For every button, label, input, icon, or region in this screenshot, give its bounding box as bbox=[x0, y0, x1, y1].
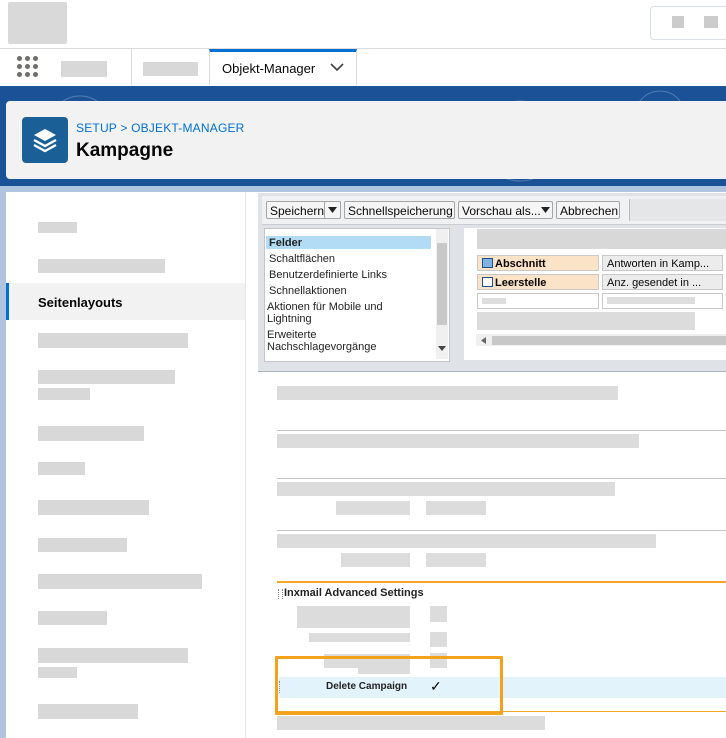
chevron-down-icon[interactable] bbox=[330, 62, 344, 72]
cancel-button[interactable]: Abbrechen bbox=[556, 201, 620, 219]
palette-item-felder[interactable]: Felder bbox=[269, 237, 302, 249]
search-icon bbox=[672, 16, 684, 28]
sidebar-item[interactable] bbox=[38, 574, 202, 589]
scroll-left-icon[interactable] bbox=[481, 337, 486, 344]
layout-field-value bbox=[426, 501, 486, 515]
palette-item-lookups[interactable]: Erweiterte Nachschlagevorgänge bbox=[267, 329, 427, 353]
page-title: Kampagne bbox=[76, 140, 174, 161]
scroll-down-icon[interactable] bbox=[438, 346, 446, 352]
section-icon bbox=[482, 258, 493, 268]
palette-item-mobile-actions[interactable]: Aktionen für Mobile und Lightning bbox=[267, 301, 427, 325]
layers-icon bbox=[22, 117, 68, 163]
blank-space-icon bbox=[482, 277, 493, 287]
sidebar-item[interactable] bbox=[38, 462, 85, 475]
global-header bbox=[0, 0, 726, 48]
palette-item-quick-actions[interactable]: Schnellaktionen bbox=[269, 285, 347, 297]
layout-field-label[interactable] bbox=[341, 553, 410, 567]
palette-field[interactable] bbox=[477, 293, 599, 309]
layout-section-header[interactable] bbox=[277, 386, 618, 400]
quick-find-placeholder bbox=[477, 229, 726, 249]
preview-as-button[interactable]: Vorschau als... bbox=[458, 201, 553, 219]
layout-section-header[interactable] bbox=[277, 434, 639, 448]
palette-field-antworten[interactable]: Antworten in Kamp... bbox=[602, 255, 723, 271]
sidebar-item[interactable] bbox=[38, 648, 188, 663]
drag-handle-icon[interactable] bbox=[278, 589, 283, 599]
palette-item-buttons[interactable]: Schaltflächen bbox=[269, 253, 335, 265]
section-divider bbox=[277, 430, 726, 431]
palette-field-section[interactable]: Abschnitt bbox=[477, 255, 599, 271]
sidebar-item[interactable] bbox=[38, 370, 175, 384]
palette-hscroll-thumb[interactable] bbox=[492, 336, 726, 345]
palette-scroll-thumb[interactable] bbox=[437, 243, 447, 325]
section-divider bbox=[277, 478, 726, 479]
sidebar-item[interactable] bbox=[38, 538, 127, 552]
layout-section-header[interactable] bbox=[277, 482, 615, 496]
palette-field-blank-space[interactable]: Leerstelle bbox=[477, 274, 599, 290]
save-dropdown[interactable] bbox=[324, 201, 341, 219]
caret-down-icon bbox=[541, 207, 550, 213]
navigation-bar bbox=[0, 48, 726, 87]
section-divider-active bbox=[277, 581, 726, 583]
layout-section-header[interactable] bbox=[277, 534, 656, 548]
org-logo bbox=[8, 2, 67, 44]
sidebar-item-line2 bbox=[38, 388, 90, 400]
sidebar-item-label: Seitenlayouts bbox=[38, 295, 123, 310]
quick-save-button[interactable]: Schnellspeicherung bbox=[344, 201, 455, 219]
layout-field-label[interactable] bbox=[336, 501, 410, 515]
layout-field-label[interactable] bbox=[309, 633, 410, 642]
layout-field-value bbox=[430, 632, 447, 647]
section-divider bbox=[277, 530, 726, 531]
layout-field-value bbox=[430, 606, 447, 622]
sidebar-item[interactable] bbox=[38, 222, 77, 233]
layout-section-header[interactable] bbox=[277, 716, 545, 730]
nav-divider bbox=[131, 49, 132, 85]
tab-label: Objekt-Manager bbox=[222, 61, 316, 76]
nav-item-home[interactable] bbox=[143, 62, 198, 76]
sidebar-item[interactable] bbox=[38, 704, 138, 719]
palette-field-anz-gesendet[interactable]: Anz. gesendet in ... bbox=[602, 274, 723, 290]
annotation-highlight-box bbox=[275, 656, 503, 715]
sidebar-item[interactable] bbox=[38, 611, 107, 625]
sidebar-item[interactable] bbox=[38, 333, 188, 348]
caret-down-icon bbox=[328, 207, 337, 213]
layout-field-value bbox=[426, 553, 486, 567]
app-launcher-icon[interactable] bbox=[17, 56, 39, 78]
palette-field[interactable] bbox=[602, 293, 723, 309]
sidebar-item-line2 bbox=[38, 667, 77, 678]
sidebar-item[interactable] bbox=[38, 500, 149, 515]
breadcrumb[interactable]: SETUP > OBJEKT-MANAGER bbox=[76, 121, 245, 135]
section-title-inxmail[interactable]: Inxmail Advanced Settings bbox=[284, 587, 424, 599]
sidebar-item[interactable] bbox=[38, 426, 144, 441]
toolbar-spacer bbox=[629, 199, 726, 221]
palette-field[interactable] bbox=[477, 312, 695, 330]
palette-item-custom-links[interactable]: Benutzerdefinierte Links bbox=[269, 269, 387, 281]
app-name bbox=[61, 61, 107, 77]
search-text-placeholder bbox=[704, 16, 718, 28]
sidebar-item[interactable] bbox=[38, 259, 165, 273]
layout-field-label[interactable] bbox=[297, 606, 410, 628]
